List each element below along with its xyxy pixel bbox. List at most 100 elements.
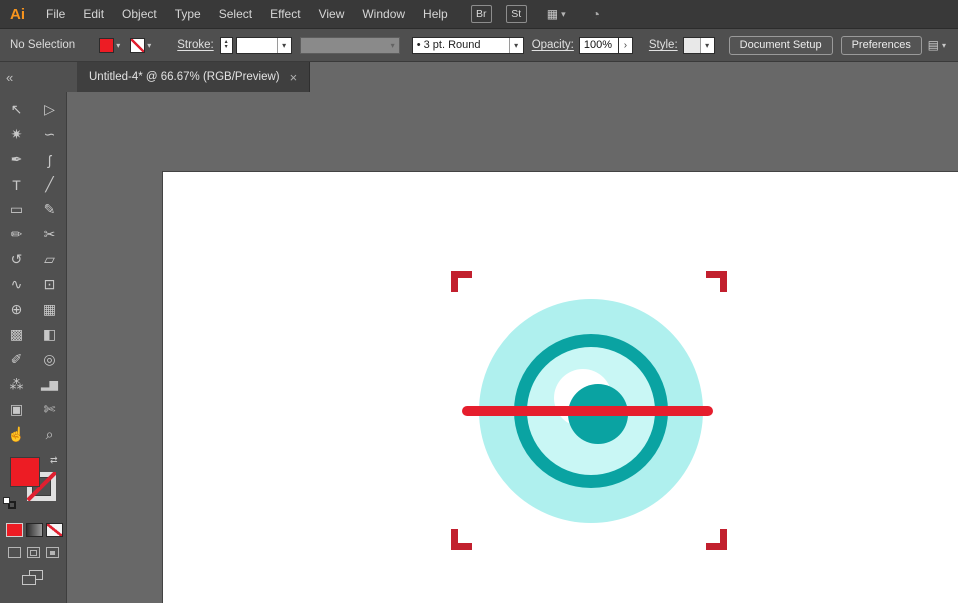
scale-tool[interactable]: ▱ xyxy=(33,247,66,272)
illustrator-window: Ai File Edit Object Type Select Effect V… xyxy=(0,0,958,603)
direct-selection-tool[interactable]: ▷ xyxy=(33,97,66,122)
workspace-grid-icon: ▦ xyxy=(546,7,559,21)
artboard-tool[interactable]: ▣ xyxy=(0,397,33,422)
gradient-tool[interactable]: ◧ xyxy=(33,322,66,347)
shape-builder-tool[interactable]: ⊕ xyxy=(0,297,33,322)
corner-mark-bottom-left[interactable] xyxy=(451,529,472,550)
magic-wand-tool[interactable]: ✷ xyxy=(0,122,33,147)
menu-type[interactable]: Type xyxy=(166,0,210,29)
rotate-tool[interactable]: ↺ xyxy=(0,247,33,272)
corner-mark-top-left[interactable] xyxy=(451,271,472,292)
color-mode-buttons xyxy=(0,523,66,537)
tools-panel-header: « xyxy=(0,62,77,92)
control-panel-menu[interactable]: ▤ ▾ xyxy=(928,38,946,52)
fill-swatch[interactable] xyxy=(10,457,40,487)
menubar: Ai File Edit Object Type Select Effect V… xyxy=(0,0,958,29)
document-setup-button[interactable]: Document Setup xyxy=(728,35,833,55)
menu-file[interactable]: File xyxy=(37,0,74,29)
document-tab-bar: « Untitled-4* @ 66.67% (RGB/Preview) × xyxy=(0,62,958,92)
menu-help[interactable]: Help xyxy=(414,0,457,29)
chevron-down-icon[interactable]: ▾ xyxy=(699,37,714,53)
draw-inside-mode[interactable] xyxy=(46,547,59,558)
corner-mark-top-right[interactable] xyxy=(706,271,727,292)
menu-edit[interactable]: Edit xyxy=(74,0,113,29)
menu-view[interactable]: View xyxy=(310,0,354,29)
selection-status-label: No Selection xyxy=(10,39,76,51)
swap-fill-stroke-icon[interactable]: ⇄ xyxy=(50,455,58,466)
opacity-link[interactable]: Opacity: xyxy=(532,39,574,51)
draw-behind-mode[interactable] xyxy=(27,547,40,558)
scissors-tool[interactable]: ✂ xyxy=(33,222,66,247)
pen-tool[interactable]: ✒ xyxy=(0,147,33,172)
bridge-button[interactable]: Br xyxy=(470,5,492,23)
mesh-tool[interactable]: ▩ xyxy=(0,322,33,347)
workspace-switcher[interactable]: ▦ ▾ xyxy=(547,7,566,21)
width-profile-dropdown[interactable]: ▾ xyxy=(299,36,400,54)
perspective-grid-tool[interactable]: ▦ xyxy=(33,297,66,322)
chevron-right-icon[interactable]: › xyxy=(618,36,633,54)
graphic-style-dropdown[interactable]: ▾ xyxy=(682,36,715,54)
opacity-input[interactable] xyxy=(578,36,619,54)
screen-mode-button[interactable] xyxy=(22,570,44,586)
blend-tool[interactable]: ◎ xyxy=(33,347,66,372)
hand-tool[interactable]: ☝ xyxy=(0,422,33,447)
lasso-tool[interactable]: ∽ xyxy=(33,122,66,147)
stroke-panel-link[interactable]: Stroke: xyxy=(177,39,213,51)
control-bar: No Selection ▾ ▾ Stroke: ▴ ▾ ▾ ▾ • 3 pt.… xyxy=(0,29,958,62)
stroke-color-swatch[interactable] xyxy=(130,37,146,53)
chevron-down-icon: ▾ xyxy=(941,40,946,50)
stepper-down-icon[interactable]: ▾ xyxy=(225,44,228,50)
tools-panel: ↖ ▷ ✷ ∽ ✒ ʃ T ╱ ▭ ✎ ✏ ✂ ↺ ▱ ∿ ⊡ ⊕ ▦ ▩ ◧ … xyxy=(0,92,67,603)
paintbrush-tool[interactable]: ✎ xyxy=(33,197,66,222)
document-tab[interactable]: Untitled-4* @ 66.67% (RGB/Preview) × xyxy=(77,62,311,92)
chevron-down-icon[interactable]: ▾ xyxy=(508,37,523,53)
style-link[interactable]: Style: xyxy=(649,39,678,51)
fill-stroke-indicator: ⇄ xyxy=(0,455,66,513)
color-button[interactable] xyxy=(6,523,23,537)
menu-effect[interactable]: Effect xyxy=(261,0,309,29)
line-segment-tool[interactable]: ╱ xyxy=(33,172,66,197)
illustrator-logo: Ai xyxy=(10,5,25,23)
curvature-tool[interactable]: ʃ xyxy=(33,147,66,172)
collapse-panel-icon[interactable]: « xyxy=(6,70,13,85)
chevron-down-icon[interactable]: ▾ xyxy=(116,41,120,50)
chevron-down-icon: ▾ xyxy=(561,8,566,19)
tab-close-icon[interactable]: × xyxy=(290,70,298,85)
panel-menu-icon: ▤ xyxy=(927,38,939,52)
chevron-down-icon[interactable]: ▾ xyxy=(147,41,151,50)
none-button[interactable] xyxy=(46,523,63,537)
cs-live-icon[interactable]: ◔ xyxy=(592,6,600,22)
scan-line[interactable] xyxy=(462,406,713,416)
eyedropper-tool[interactable]: ✐ xyxy=(0,347,33,372)
column-graph-tool[interactable]: ▂▆ xyxy=(33,372,66,397)
width-tool[interactable]: ∿ xyxy=(0,272,33,297)
fill-color-swatch[interactable] xyxy=(99,37,115,53)
free-transform-tool[interactable]: ⊡ xyxy=(33,272,66,297)
selection-tool[interactable]: ↖ xyxy=(0,97,33,122)
mini-fill-square xyxy=(3,497,10,504)
brush-definition-value: • 3 pt. Round xyxy=(413,39,509,51)
default-fill-stroke-icon[interactable] xyxy=(3,497,17,510)
tools-grid: ↖ ▷ ✷ ∽ ✒ ʃ T ╱ ▭ ✎ ✏ ✂ ↺ ▱ ∿ ⊡ ⊕ ▦ ▩ ◧ … xyxy=(0,92,66,447)
stock-button[interactable]: St xyxy=(505,5,527,23)
rectangle-tool[interactable]: ▭ xyxy=(0,197,33,222)
corner-mark-bottom-right[interactable] xyxy=(706,529,727,550)
graphic-style-swatch xyxy=(683,37,700,53)
type-tool[interactable]: T xyxy=(0,172,33,197)
pencil-tool[interactable]: ✏ xyxy=(0,222,33,247)
stroke-weight-stepper[interactable]: ▴ ▾ xyxy=(219,36,233,54)
brush-definition-dropdown[interactable]: • 3 pt. Round ▾ xyxy=(411,36,524,54)
draw-normal-mode[interactable] xyxy=(8,547,21,558)
gradient-button[interactable] xyxy=(26,523,43,537)
menu-select[interactable]: Select xyxy=(210,0,261,29)
slice-tool[interactable]: ✄ xyxy=(33,397,66,422)
preferences-button[interactable]: Preferences xyxy=(840,35,922,55)
symbol-sprayer-tool[interactable]: ⁂ xyxy=(0,372,33,397)
menu-object[interactable]: Object xyxy=(113,0,166,29)
chevron-down-icon[interactable]: ▾ xyxy=(276,37,291,53)
chevron-down-icon: ▾ xyxy=(390,40,395,50)
canvas-pasteboard[interactable] xyxy=(67,92,958,603)
menu-window[interactable]: Window xyxy=(353,0,414,29)
zoom-tool[interactable]: ⌕ xyxy=(33,422,66,447)
stroke-weight-dropdown[interactable]: ▾ xyxy=(235,36,292,54)
